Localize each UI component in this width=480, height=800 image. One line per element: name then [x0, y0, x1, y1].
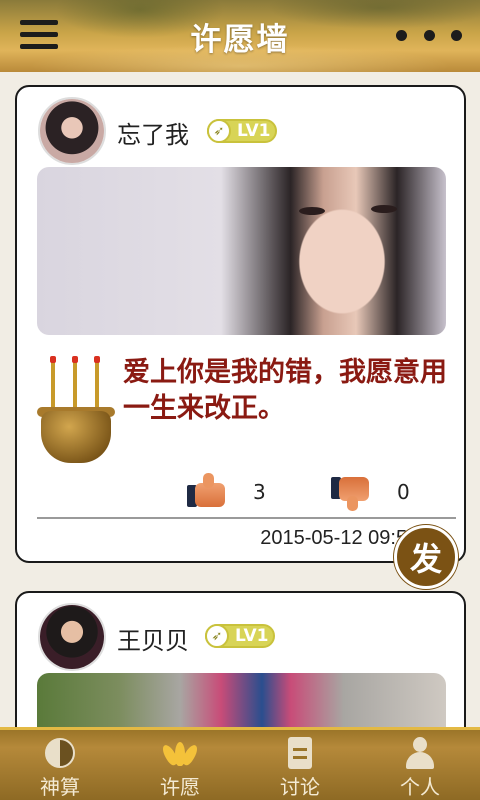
tab-fortune[interactable]: 神算: [0, 730, 120, 800]
level-badge: ➶ LV1: [205, 624, 275, 648]
document-icon: [288, 736, 312, 769]
level-label: LV1: [237, 121, 271, 141]
wish-card[interactable]: 忘了我 ➶ LV1 爱上你是我的错，我愿意用一生来改正。 3 0 2015-05…: [15, 85, 466, 563]
username[interactable]: 王贝贝: [117, 621, 189, 656]
tab-label: 个人: [400, 775, 440, 799]
rocket-icon: ➶: [205, 624, 229, 648]
wish-feed[interactable]: 忘了我 ➶ LV1 爱上你是我的错，我愿意用一生来改正。 3 0 2015-05…: [0, 72, 480, 727]
username[interactable]: 忘了我: [117, 115, 189, 150]
bottom-tab-bar: 神算 许愿 讨论 个人: [0, 727, 480, 800]
tab-label: 讨论: [280, 775, 320, 799]
tab-profile[interactable]: 个人: [360, 730, 480, 800]
post-photo[interactable]: [37, 673, 446, 727]
app-header: 许愿墙: [0, 0, 480, 72]
wish-card[interactable]: 王贝贝 ➶ LV1: [15, 591, 466, 727]
wish-text: 爱上你是我的错，我愿意用一生来改正。: [123, 357, 447, 424]
person-icon: [404, 736, 436, 769]
post-wish-button[interactable]: 发: [394, 525, 458, 589]
dislike-button[interactable]: 0: [331, 475, 410, 511]
rocket-icon: ➶: [207, 119, 231, 143]
thumbs-down-icon[interactable]: [331, 475, 373, 511]
thumbs-up-icon[interactable]: [187, 473, 229, 509]
yin-yang-icon: [45, 737, 75, 768]
tab-label: 许愿: [160, 775, 200, 799]
tab-wish[interactable]: 许愿: [120, 730, 240, 800]
like-count: 3: [253, 480, 266, 504]
avatar[interactable]: [38, 97, 106, 165]
dislike-count: 0: [397, 480, 410, 504]
lotus-icon: [160, 740, 200, 767]
incense-burner-icon: [35, 349, 117, 469]
avatar[interactable]: [38, 603, 106, 671]
post-photo[interactable]: [37, 167, 446, 335]
tab-discussion[interactable]: 讨论: [240, 730, 360, 800]
level-badge: ➶ LV1: [207, 119, 277, 143]
divider: [37, 517, 456, 519]
like-button[interactable]: 3: [187, 473, 266, 509]
tab-label: 神算: [40, 775, 80, 799]
level-label: LV1: [235, 626, 269, 646]
more-options-icon[interactable]: [396, 30, 462, 42]
